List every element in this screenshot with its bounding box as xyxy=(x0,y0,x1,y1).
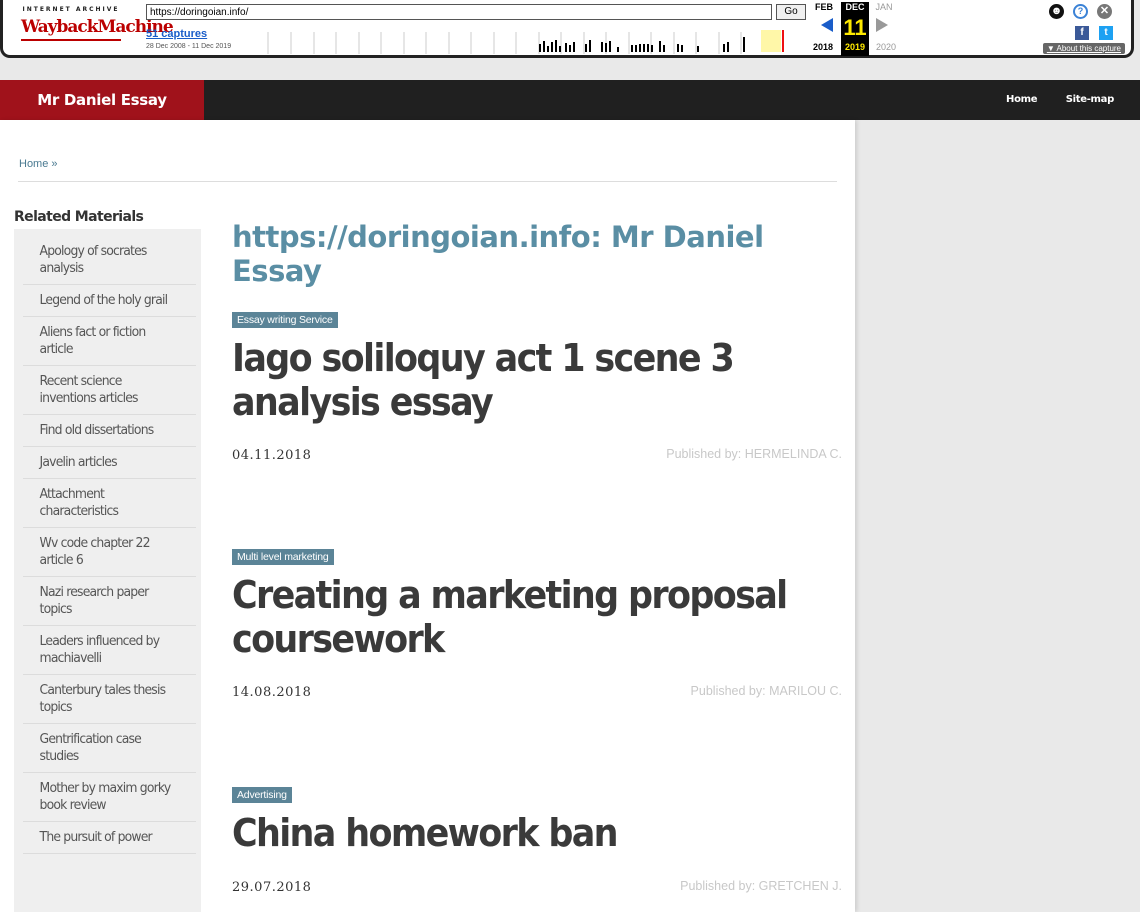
wayback-toolbar: INTERNET ARCHIVE WaybackMachine https://… xyxy=(0,0,1134,58)
page-title: https://doringoian.info: Mr Daniel Essay xyxy=(232,220,842,288)
current-capture-block: DEC 11 2019 xyxy=(841,2,869,56)
about-capture-label: About this capture xyxy=(1056,44,1121,53)
about-capture-link[interactable]: ▼ About this capture xyxy=(1042,43,1125,54)
prev-capture-arrow-icon[interactable] xyxy=(821,18,833,32)
related-link[interactable]: Aliens fact or fiction article xyxy=(23,317,196,366)
related-link[interactable]: Leaders influenced by machiavelli xyxy=(23,626,196,675)
capture-sparkline[interactable] xyxy=(246,28,784,54)
related-link[interactable]: Wv code chapter 22 article 6 xyxy=(23,528,196,577)
next-year-label[interactable]: 2020 xyxy=(873,42,899,52)
breadcrumb-separator: » xyxy=(51,158,58,170)
site-header: Mr Daniel Essay Home Site-map xyxy=(0,80,1140,120)
related-link[interactable]: Attachment characteristics xyxy=(23,479,196,528)
next-month-label[interactable]: JAN xyxy=(871,2,897,12)
close-icon[interactable]: ✕ xyxy=(1097,4,1112,19)
current-day-label: 11 xyxy=(841,15,869,41)
article-author: Published by: GRETCHEN J. xyxy=(680,879,842,893)
breadcrumb-home-link[interactable]: Home xyxy=(19,158,48,170)
related-link[interactable]: Apology of socrates analysis xyxy=(23,236,196,285)
next-capture-arrow-icon[interactable] xyxy=(876,18,888,32)
facebook-icon[interactable]: f xyxy=(1075,26,1089,40)
page-title-prefix: https://doringoian.info: xyxy=(232,220,611,254)
article-title[interactable]: China homework ban xyxy=(232,811,839,855)
nav-sitemap-link[interactable]: Site-map xyxy=(1066,94,1115,105)
capture-date-range: 28 Dec 2008 - 11 Dec 2019 xyxy=(146,43,232,50)
related-link[interactable]: Find old dissertations xyxy=(23,415,196,447)
wayback-logo-top: INTERNET ARCHIVE xyxy=(22,6,120,13)
article-card: Essay writing Service Iago soliloquy act… xyxy=(232,310,842,463)
wayback-go-button[interactable]: Go xyxy=(776,4,806,20)
article-tag[interactable]: Essay writing Service xyxy=(232,312,338,328)
current-year-label: 2019 xyxy=(841,42,869,52)
related-link[interactable]: Recent science inventions articles xyxy=(23,366,196,415)
wayback-month-nav: FEB DEC 11 2019 JAN 2018 2020 xyxy=(810,2,901,56)
wayback-controls: ☻ ? ✕ f t ▼ About this capture xyxy=(1035,4,1125,54)
related-link[interactable]: Javelin articles xyxy=(23,447,196,479)
related-link[interactable]: Canterbury tales thesis topics xyxy=(23,675,196,724)
twitter-icon[interactable]: t xyxy=(1099,26,1113,40)
captures-link[interactable]: 51 captures xyxy=(146,28,207,40)
site-brand[interactable]: Mr Daniel Essay xyxy=(0,80,204,120)
related-link[interactable]: Legend of the holy grail xyxy=(23,285,196,317)
help-icon[interactable]: ? xyxy=(1073,4,1088,19)
related-link[interactable]: Nazi research paper topics xyxy=(23,577,196,626)
nav-home-link[interactable]: Home xyxy=(1006,94,1038,105)
article-date: 29.07.2018 xyxy=(232,880,312,895)
related-link[interactable]: Mother by maxim gorky book review xyxy=(23,773,196,822)
wayback-url-input[interactable]: https://doringoian.info/ xyxy=(146,4,772,20)
wayback-logo-main: WaybackMachine xyxy=(21,15,174,41)
main-content: https://doringoian.info: Mr Daniel Essay… xyxy=(232,220,842,895)
sidebar-title: Related Materials xyxy=(14,210,201,229)
related-link[interactable]: The pursuit of power xyxy=(23,822,196,854)
main-nav: Home Site-map xyxy=(982,80,1114,120)
article-tag[interactable]: Multi level marketing xyxy=(232,549,334,565)
article-card: Advertising China homework ban 29.07.201… xyxy=(232,785,842,895)
content-panel: Home » Related Materials Apology of socr… xyxy=(0,120,855,912)
prev-month-label[interactable]: FEB xyxy=(811,2,837,12)
account-icon[interactable]: ☻ xyxy=(1049,4,1064,19)
article-tag[interactable]: Advertising xyxy=(232,787,292,803)
article-author: Published by: HERMELINDA C. xyxy=(666,447,842,461)
current-month-label: DEC xyxy=(841,2,869,12)
related-list: Apology of socrates analysis Legend of t… xyxy=(23,236,201,854)
breadcrumb-divider xyxy=(18,181,837,182)
article-author: Published by: MARILOU C. xyxy=(690,684,842,698)
prev-year-label[interactable]: 2018 xyxy=(810,42,836,52)
article-date: 14.08.2018 xyxy=(232,685,312,700)
wayback-logo[interactable]: INTERNET ARCHIVE WaybackMachine xyxy=(21,6,174,46)
article-date: 04.11.2018 xyxy=(232,448,312,463)
article-title[interactable]: Iago soliloquy act 1 scene 3 analysis es… xyxy=(232,336,839,424)
related-link[interactable]: Gentrification case studies xyxy=(23,724,196,773)
breadcrumb: Home » xyxy=(19,158,58,170)
related-sidebar: Related Materials Apology of socrates an… xyxy=(14,210,201,912)
article-card: Multi level marketing Creating a marketi… xyxy=(232,547,842,700)
article-title[interactable]: Creating a marketing proposal coursework xyxy=(232,573,839,661)
